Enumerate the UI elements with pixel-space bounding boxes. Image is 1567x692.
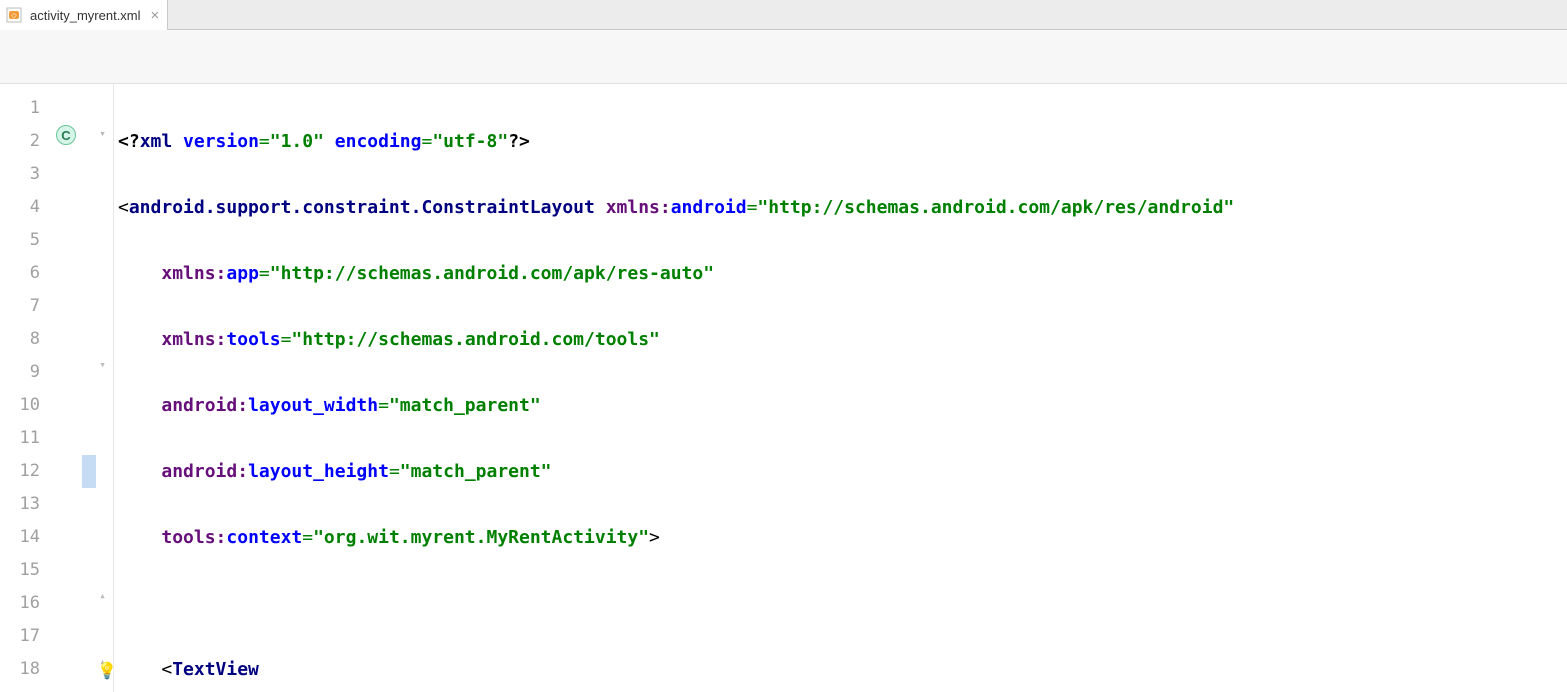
code-line: <android.support.constraint.ConstraintLa…	[118, 191, 1567, 224]
line-number: 17	[0, 620, 40, 653]
tab-filename: activity_myrent.xml	[30, 8, 141, 23]
line-number: 8	[0, 323, 40, 356]
fold-gutter: ▾ ▾ ▴ ▴ 💡	[96, 84, 114, 692]
code-line: <TextView	[118, 653, 1567, 686]
code-line: xmlns:tools="http://schemas.android.com/…	[118, 323, 1567, 356]
tab-bar: ◇ activity_myrent.xml ×	[0, 0, 1567, 30]
breadcrumb-bar	[0, 30, 1567, 84]
line-number: 18	[0, 653, 40, 686]
lightbulb-icon[interactable]: 💡	[97, 654, 117, 687]
fold-end-icon: ▴	[97, 590, 108, 601]
line-number: 11	[0, 422, 40, 455]
code-line	[118, 587, 1567, 620]
svg-text:◇: ◇	[11, 13, 17, 20]
line-number: 6	[0, 257, 40, 290]
xml-file-icon: ◇	[6, 6, 24, 24]
line-number: 3	[0, 158, 40, 191]
line-number: 16	[0, 587, 40, 620]
code-line: android:layout_height="match_parent"	[118, 455, 1567, 488]
line-number: 13	[0, 488, 40, 521]
fold-toggle-icon[interactable]: ▾	[97, 128, 108, 139]
line-number: 4	[0, 191, 40, 224]
close-icon[interactable]: ×	[151, 7, 160, 24]
line-number: 7	[0, 290, 40, 323]
line-number: 9	[0, 356, 40, 389]
code-area[interactable]: <?xml version="1.0" encoding="utf-8"?> <…	[114, 84, 1567, 692]
line-number: 2	[0, 125, 40, 158]
line-number: 15	[0, 554, 40, 587]
selection-highlight	[82, 455, 96, 488]
fold-toggle-icon[interactable]: ▾	[97, 359, 108, 370]
line-number: 1	[0, 92, 40, 125]
code-line: <?xml version="1.0" encoding="utf-8"?>	[118, 125, 1567, 158]
line-number: 10	[0, 389, 40, 422]
gutter-markers: C	[50, 84, 82, 692]
line-number: 14	[0, 521, 40, 554]
code-line: xmlns:app="http://schemas.android.com/ap…	[118, 257, 1567, 290]
line-number-gutter: 1 2 3 4 5 6 7 8 9 10 11 12 13 14 15 16 1…	[0, 84, 50, 692]
editor-tab-active[interactable]: ◇ activity_myrent.xml ×	[0, 0, 168, 30]
line-number: 12	[0, 455, 40, 488]
code-line: tools:context="org.wit.myrent.MyRentActi…	[118, 521, 1567, 554]
code-editor[interactable]: 1 2 3 4 5 6 7 8 9 10 11 12 13 14 15 16 1…	[0, 84, 1567, 692]
line-number: 5	[0, 224, 40, 257]
selection-gutter	[82, 84, 96, 692]
code-line: android:layout_width="match_parent"	[118, 389, 1567, 422]
class-marker-icon[interactable]: C	[56, 125, 76, 145]
